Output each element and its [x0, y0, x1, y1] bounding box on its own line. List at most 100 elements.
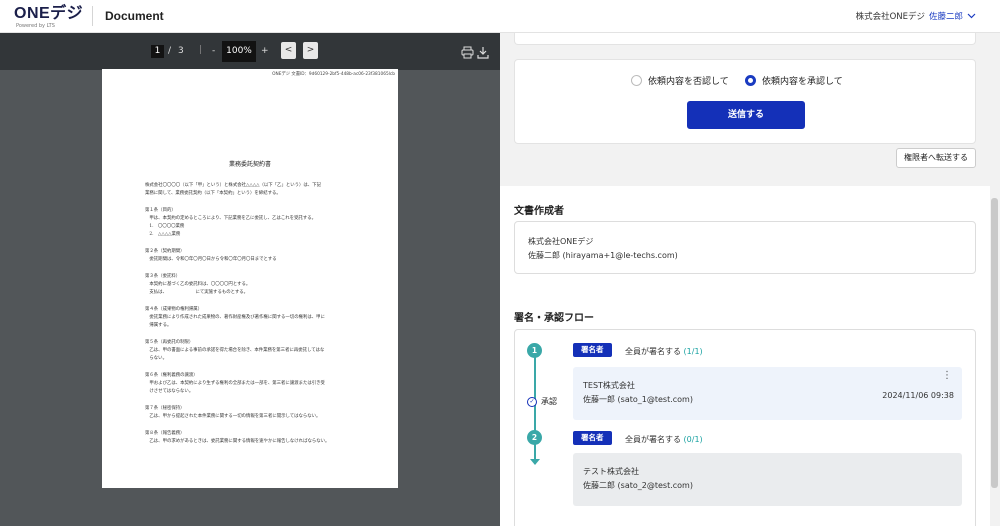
document-body: 株式会社〇〇〇〇（以下「甲」という）と株式会社△△△△（以下「乙」という）は、下…: [145, 182, 361, 446]
details-section: 文書作成者 株式会社ONEデジ 佐藤二郎 (hirayama+1@le-tech…: [500, 186, 990, 526]
toolbar-divider: |: [199, 45, 203, 55]
signer-person: 佐藤二郎 (sato_2@test.com): [583, 481, 693, 490]
step-desc-text: 全員が署名する: [625, 435, 681, 444]
document-line: 第８条（報告義務）: [145, 431, 185, 436]
signer-person: 佐藤一郎 (sato_1@test.com): [583, 395, 693, 404]
pdf-viewer: 1 / 3 | - 100% + < > ONEデジ 文書ID：9d60129-…: [0, 33, 500, 526]
forward-to-authorized-button[interactable]: 権限者へ転送する: [896, 148, 976, 168]
radio-circle-reject[interactable]: [631, 75, 642, 86]
document-title: 業務委託契約書: [228, 161, 271, 168]
document-line: 甲は、本契約の定めるところにより、下記業務を乙に委託し、乙はこれを受託する。: [145, 216, 316, 221]
arrow-down-icon: [530, 459, 540, 465]
step-count: (0/1): [683, 435, 703, 444]
document-line: 2. △△△△業務: [145, 232, 181, 237]
signed-date: 2024/11/06 09:38: [882, 391, 954, 400]
app-header: ONEデジ Powered by LTS Document 株式会社ONEデジ …: [0, 0, 1000, 33]
document-line: 委託期間は、令和〇年〇月〇日から令和〇年〇月〇日までとする: [145, 257, 277, 262]
document-line: 第５条（再委託の制限）: [145, 340, 194, 345]
reject-radio[interactable]: 依頼内容を否認して: [631, 74, 729, 87]
radio-circle-approve[interactable]: [745, 75, 756, 86]
step-number: 1: [527, 343, 542, 358]
approve-label: 依頼内容を承認して: [762, 77, 843, 87]
document-line: 第２条（契約期間）: [145, 249, 185, 254]
response-card: 依頼内容を否認して 依頼内容を承認して 送信する: [514, 59, 976, 144]
page-title: Document: [105, 9, 164, 23]
zoom-in-button[interactable]: +: [261, 46, 269, 56]
chevron-down-icon[interactable]: [967, 12, 976, 21]
signer-row-approved: TEST株式会社 佐藤一郎 (sato_1@test.com) 2024/11/…: [573, 367, 962, 420]
document-line: 第６条（権利義務の譲渡）: [145, 373, 198, 378]
zoom-level[interactable]: 100%: [222, 41, 256, 62]
author-person: 佐藤二郎 (hirayama+1@le-techs.com): [528, 251, 678, 260]
document-line: 甲および乙は、本契約により生ずる権利の全部または一部を、第三者に譲渡または引き受: [145, 381, 325, 386]
status-label: 承認: [541, 397, 557, 406]
prev-page-button[interactable]: <: [281, 42, 296, 59]
signer-company: テスト株式会社: [583, 467, 639, 476]
document-line: 第１条（目的）: [145, 208, 176, 213]
signer-tag: 署名者: [573, 431, 612, 445]
document-line: 1. 〇〇〇〇業務: [145, 224, 185, 229]
document-line: 帰属する。: [145, 323, 172, 328]
more-vertical-icon[interactable]: ⋮: [942, 371, 952, 381]
user-name[interactable]: 佐藤二郎: [929, 10, 963, 22]
flow-card: 1 署名者 全員が署名する (1/1) ✓ 承認 TEST株式会社 佐藤一郎 (…: [514, 329, 976, 526]
flow-heading: 署名・承認フロー: [514, 313, 594, 324]
author-card: 株式会社ONEデジ 佐藤二郎 (hirayama+1@le-techs.com): [514, 221, 976, 274]
page-total: 3: [178, 46, 184, 56]
document-line: 第３条（委託料）: [145, 274, 181, 279]
signer-company: TEST株式会社: [583, 381, 635, 390]
logo-text: ONEデジ: [14, 5, 84, 22]
step-description: 全員が署名する (1/1): [625, 346, 703, 357]
workflow-panel: 依頼内容を否認して 依頼内容を承認して 送信する 権限者へ転送する 文書作成者 …: [500, 33, 1000, 526]
document-line: 乙は、甲から提起された本件業務に関する一切の情報を第三者に開示してはならない。: [145, 414, 321, 419]
send-button[interactable]: 送信する: [687, 101, 805, 129]
download-icon[interactable]: [477, 44, 489, 63]
page-separator: /: [168, 46, 172, 56]
logo-subtext: Powered by LTS: [16, 23, 55, 29]
document-line: 乙は、甲の求めがあるときは、委託業務に関する情報を速やかに報告しなければならない…: [145, 439, 330, 444]
signer-row-pending: テスト株式会社 佐藤二郎 (sato_2@test.com): [573, 453, 962, 506]
company-name: 株式会社ONEデジ: [855, 12, 925, 22]
step-count: (1/1): [683, 347, 703, 356]
check-circle-icon: ✓: [527, 396, 537, 407]
document-id: ONEデジ 文書ID：9d60129-2bf5-448b-ac06-23f381…: [272, 72, 395, 77]
document-line: 支払は、 にて実施するものとする。: [145, 290, 249, 295]
zoom-out-button[interactable]: -: [212, 46, 215, 56]
page-number-input[interactable]: 1: [151, 45, 164, 58]
user-menu[interactable]: 株式会社ONEデジ 佐藤二郎: [856, 10, 976, 22]
author-heading: 文書作成者: [514, 206, 564, 217]
header-divider: [92, 6, 93, 26]
document-line: けさせてはならない。: [145, 389, 194, 394]
onedeji-logo[interactable]: ONEデジ Powered by LTS: [14, 4, 83, 30]
approve-radio[interactable]: 依頼内容を承認して: [745, 74, 843, 87]
document-line: 委託業務により作成された成果物の、著作財産権及び著作権に関する一切の権利は、甲に: [145, 315, 325, 320]
document-line: 第４条（成果物の権利帰属）: [145, 307, 203, 312]
next-page-button[interactable]: >: [303, 42, 318, 59]
document-line: 業務に関して、業務委託契約（以下「本契約」という）を締結する。: [145, 191, 281, 196]
signer-tag: 署名者: [573, 343, 612, 357]
step-desc-text: 全員が署名する: [625, 347, 681, 356]
step-number: 2: [527, 430, 542, 445]
approval-status: ✓ 承認: [527, 396, 557, 407]
document-page: ONEデジ 文書ID：9d60129-2bf5-448b-ac06-23f381…: [102, 69, 398, 488]
author-company: 株式会社ONEデジ: [528, 237, 594, 246]
document-line: 乙は、甲の書面による事前の承諾を得た場合を除き、本件業務を第三者に再委託してはな: [145, 348, 325, 353]
document-line: 本契約に基づく乙の委託料は、〇〇〇〇円とする。: [145, 282, 251, 287]
document-line: らない。: [145, 356, 167, 361]
print-icon[interactable]: [461, 44, 474, 63]
reject-label: 依頼内容を否認して: [648, 77, 729, 87]
viewer-toolbar: 1 / 3 | - 100% + < >: [0, 33, 500, 70]
document-line: 株式会社〇〇〇〇（以下「甲」という）と株式会社△△△△（以下「乙」という）は、下…: [145, 183, 321, 188]
previous-card: [514, 33, 976, 45]
step-description: 全員が署名する (0/1): [625, 434, 703, 445]
document-line: 第７条（秘密保持）: [145, 406, 185, 411]
panel-scrollbar[interactable]: [991, 198, 998, 488]
